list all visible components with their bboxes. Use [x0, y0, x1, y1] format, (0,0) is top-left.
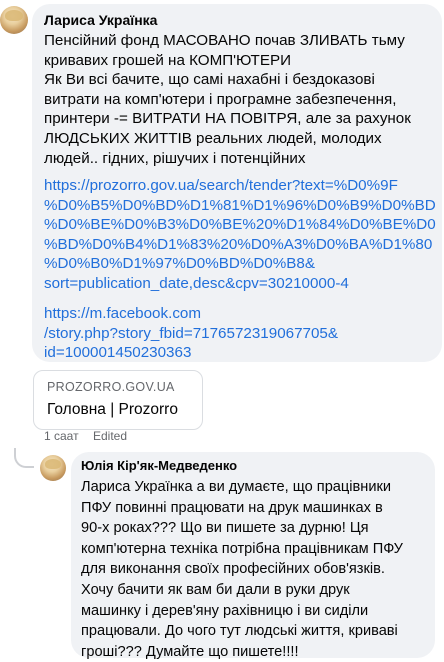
edited-label[interactable]: Edited [93, 429, 127, 443]
reply-author[interactable]: Юлія Кір'як-Медведенко [81, 458, 237, 473]
preview-domain: PROZORRO.GOV.UA [47, 380, 175, 394]
comment-bubble: Лариса Українка Пенсійний фонд МАСОВАНО … [32, 4, 442, 362]
preview-title: Головна | Prozorro [47, 401, 178, 418]
comment-time[interactable]: 1 саат [44, 429, 79, 443]
reply-thread-line [14, 448, 34, 468]
comment-text: Пенсійний фонд МАСОВАНО почав ЗЛИВАТЬ ть… [44, 32, 411, 167]
prozorro-link[interactable]: https://prozorro.gov.ua/search/tender?te… [44, 176, 440, 294]
reply-text: Лариса Українка а ви думаєте, що працівн… [81, 479, 403, 660]
avatar[interactable] [0, 6, 28, 34]
reply-bubble: Юлія Кір'як-Медведенко Лариса Українка а… [71, 452, 435, 660]
link-preview-card[interactable]: PROZORRO.GOV.UA Головна | Prozorro [33, 370, 203, 430]
avatar[interactable] [40, 455, 66, 481]
comment-author[interactable]: Лариса Українка [44, 12, 157, 28]
facebook-link[interactable]: https://m.facebook.com /story.php?story_… [44, 304, 440, 363]
